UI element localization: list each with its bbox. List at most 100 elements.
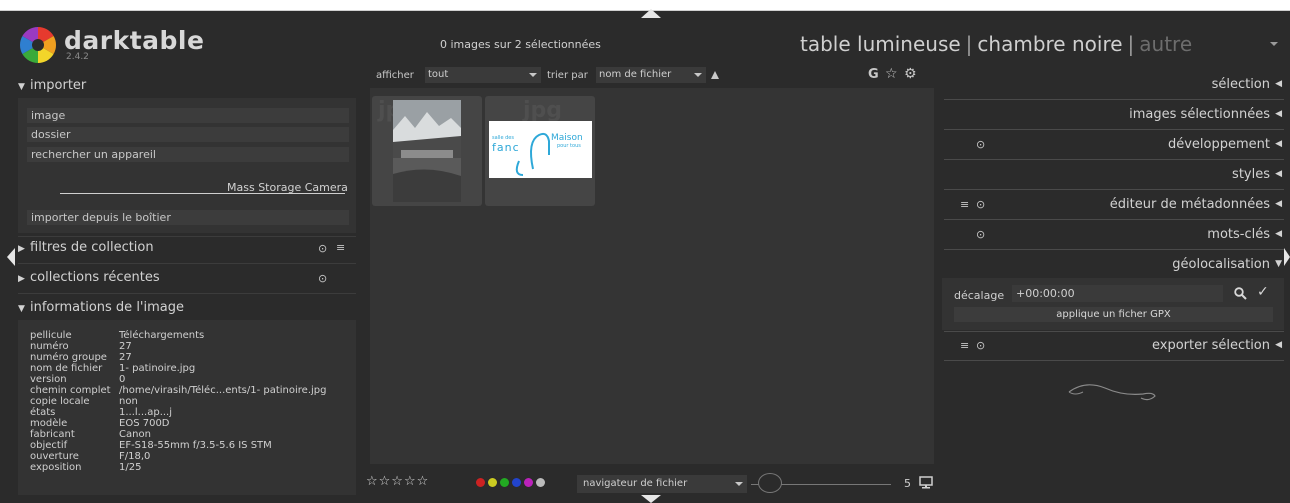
navigator-dropdown[interactable]: navigateur de fichier: [577, 475, 747, 493]
offset-input[interactable]: +00:00:00: [1012, 285, 1223, 302]
sort-by-dropdown[interactable]: nom de fichier: [596, 67, 706, 83]
info-value: 27: [119, 352, 132, 363]
info-row: numéro groupe 27: [30, 352, 132, 363]
logo-text: Maison: [551, 133, 583, 143]
module-header-develop[interactable]: ⊙ développement ◀: [944, 137, 1284, 157]
presets-icon[interactable]: ≡: [960, 339, 969, 352]
info-label: objectif: [30, 440, 68, 451]
reset-icon[interactable]: ⊙: [976, 339, 985, 352]
info-label: fabricant: [30, 429, 75, 440]
divider: [944, 360, 1284, 361]
divider: [18, 293, 356, 294]
collapse-left-panel-arrow-icon[interactable]: [7, 248, 15, 266]
view-other[interactable]: autre: [1139, 32, 1192, 56]
bottom-toolbar: ☆☆☆☆☆ navigateur de fichier 5: [366, 472, 936, 496]
module-header-tags[interactable]: ⊙ mots-clés ◀: [944, 227, 1284, 247]
import-from-camera-button[interactable]: importer depuis le boîtier: [27, 210, 349, 225]
view-separator: |: [1127, 32, 1135, 56]
reset-icon[interactable]: ⊙: [318, 272, 327, 285]
search-icon[interactable]: [1234, 287, 1247, 300]
module-header-image-info[interactable]: ▼ informations de l'image: [18, 300, 354, 320]
info-value: Téléchargements: [119, 330, 205, 341]
collapsed-arrow-icon: ◀: [1275, 109, 1282, 119]
info-value: 1...l...ap...j: [119, 407, 173, 418]
info-row: modèle EOS 700D: [30, 419, 170, 429]
module-title: mots-clés: [1207, 227, 1270, 242]
divider: [18, 263, 356, 264]
display-monitor-icon[interactable]: [919, 476, 933, 489]
module-header-selected-images[interactable]: images sélectionnées ◀: [944, 107, 1284, 127]
module-title: exporter sélection: [1151, 338, 1270, 353]
color-label-dot[interactable]: [536, 478, 545, 487]
scan-camera-button[interactable]: rechercher un appareil: [27, 147, 349, 162]
reset-icon[interactable]: ⊙: [318, 242, 327, 255]
color-label-dot[interactable]: [500, 478, 509, 487]
color-label-dot[interactable]: [512, 478, 521, 487]
import-folder-button[interactable]: dossier: [27, 127, 349, 142]
module-header-import[interactable]: ▼ importer: [18, 78, 354, 98]
module-header-metadata-editor[interactable]: ≡ ⊙ éditeur de métadonnées ◀: [944, 197, 1284, 217]
collapsed-triangle-icon: ▶: [18, 244, 25, 254]
logo-text: fanc: [492, 141, 520, 154]
reset-icon[interactable]: ⊙: [976, 198, 985, 211]
grouping-toggle[interactable]: G: [868, 67, 879, 82]
color-label-dot[interactable]: [524, 478, 533, 487]
module-header-geotagging[interactable]: géolocalisation ▼: [944, 257, 1284, 277]
info-label: numéro groupe: [30, 352, 107, 363]
apply-check-icon[interactable]: ✓: [1257, 284, 1269, 300]
module-header-selection[interactable]: sélection ◀: [944, 77, 1284, 97]
thumbnail-ext: jpg: [523, 98, 563, 123]
module-header-recent-collections[interactable]: ▶ collections récentes ⊙: [18, 270, 354, 290]
divider: [944, 159, 1284, 160]
info-label: exposition: [30, 462, 82, 473]
zoom-value[interactable]: 5: [904, 477, 911, 490]
info-row: objectif EF-S18-55mm f/3.5-5.6 IS STM: [30, 440, 272, 451]
divider: [944, 189, 1284, 190]
module-header-styles[interactable]: styles ◀: [944, 167, 1284, 187]
info-value: F/18,0: [119, 451, 151, 462]
star-overlay-icon[interactable]: ☆: [885, 66, 898, 82]
module-title: collections récentes: [30, 270, 160, 285]
info-row: version 0: [30, 375, 125, 385]
module-header-collection-filters[interactable]: ▶ filtres de collection ⊙ ≡: [18, 240, 354, 260]
color-label-dot[interactable]: [476, 478, 485, 487]
logo-text: pour tous: [557, 143, 581, 149]
info-row: numéro 27: [30, 342, 132, 352]
info-value: EF-S18-55mm f/3.5-5.6 IS STM: [119, 440, 272, 451]
views-dropdown-icon[interactable]: [1270, 42, 1278, 46]
presets-icon[interactable]: ≡: [336, 241, 345, 254]
view-darkroom[interactable]: chambre noire: [977, 32, 1122, 56]
divider: [944, 129, 1284, 130]
chevron-down-icon: [694, 73, 702, 77]
sort-ascending-icon[interactable]: [710, 70, 720, 80]
info-row: états 1...l...ap...j: [30, 408, 172, 418]
gear-icon[interactable]: ⚙: [904, 66, 917, 82]
info-row: ouverture F/18,0: [30, 452, 150, 462]
import-image-button[interactable]: image: [27, 108, 349, 123]
collapse-right-panel-arrow-icon[interactable]: [1284, 248, 1290, 266]
reset-icon[interactable]: ⊙: [976, 228, 985, 241]
chevron-down-icon: [735, 482, 743, 486]
expanded-arrow-icon: ▼: [1275, 259, 1282, 269]
collapse-top-panel-arrow-icon[interactable]: [641, 9, 661, 18]
apply-gpx-button[interactable]: applique un ficher GPX: [954, 307, 1273, 322]
thumbnail[interactable]: jpg salle des fanc Maison pour tous: [485, 96, 595, 206]
star-rating-filter[interactable]: ☆☆☆☆☆: [366, 474, 429, 489]
logo-preview: salle des fanc Maison pour tous: [489, 121, 592, 178]
thumbnail[interactable]: jpg: [372, 96, 482, 206]
zoom-slider-handle[interactable]: [758, 473, 782, 493]
show-filter-dropdown[interactable]: tout: [425, 67, 541, 83]
collapsed-arrow-icon: ◀: [1275, 229, 1282, 239]
divider: [944, 99, 1284, 100]
presets-icon[interactable]: ≡: [960, 198, 969, 211]
expanded-triangle-icon: ▼: [18, 304, 25, 314]
color-label-dot[interactable]: [488, 478, 497, 487]
show-label: afficher: [376, 70, 414, 81]
view-lighttable[interactable]: table lumineuse: [800, 32, 961, 56]
reset-icon[interactable]: ⊙: [976, 138, 985, 151]
info-label: copie locale: [30, 396, 90, 407]
info-value: 1- patinoire.jpg: [119, 363, 196, 374]
module-header-export[interactable]: ≡ ⊙ exporter sélection ◀: [944, 338, 1284, 358]
info-row: nom de fichier 1- patinoire.jpg: [30, 364, 195, 374]
image-info-body: pellicule Téléchargements numéro 27 numéro…: [18, 320, 356, 495]
